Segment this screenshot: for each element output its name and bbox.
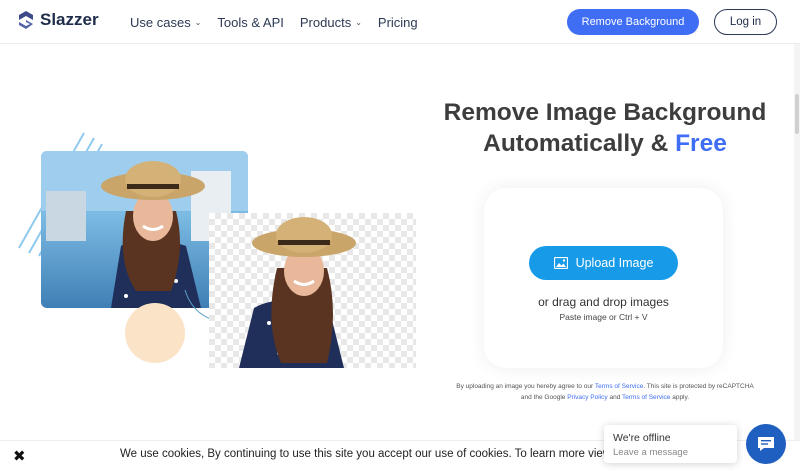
brand-name: Slazzer xyxy=(40,10,99,29)
site-header: Slazzer Use cases ⌄ Tools & API Products… xyxy=(0,0,800,44)
legal-text: By uploading an image you hereby agree t… xyxy=(456,383,595,390)
chat-launcher-button[interactable] xyxy=(746,424,786,464)
chat-widget-panel[interactable]: We're offline Leave a message xyxy=(604,425,737,463)
hero-title: Remove Image Background Automatically & … xyxy=(420,97,790,159)
chat-bubble-icon xyxy=(758,437,774,451)
nav-label: Products xyxy=(299,15,352,30)
upload-image-label: Upload Image xyxy=(575,256,654,270)
image-icon xyxy=(553,257,568,269)
nav-tools-api[interactable]: Tools & API xyxy=(217,15,283,30)
paste-hint: Paste image or Ctrl + V xyxy=(559,312,648,322)
nav-label: Use cases xyxy=(130,15,191,30)
scrollbar-thumb[interactable] xyxy=(795,94,799,134)
decorative-circle xyxy=(125,303,185,363)
nav-label: Tools & API xyxy=(217,15,284,30)
main-nav: Use cases ⌄ Tools & API Products ⌄ Prici… xyxy=(130,15,418,30)
brand-logo[interactable]: Slazzer xyxy=(18,10,99,30)
chat-status: We're offline xyxy=(613,432,671,444)
legal-text: and xyxy=(607,394,622,401)
leave-message-link[interactable]: Leave a message xyxy=(613,447,728,458)
remove-background-button[interactable]: Remove Background xyxy=(567,9,699,35)
upload-image-button[interactable]: Upload Image xyxy=(529,246,678,280)
nav-label: Pricing xyxy=(377,15,418,30)
legal-notice: By uploading an image you hereby agree t… xyxy=(455,381,755,403)
cookie-message: We use cookies, By continuing to use thi… xyxy=(120,448,621,460)
hero-title-prefix: Automatically & xyxy=(483,130,676,157)
hero-title-line2: Automatically & Free xyxy=(420,128,790,159)
nav-products[interactable]: Products ⌄ xyxy=(300,15,362,30)
nav-pricing[interactable]: Pricing xyxy=(378,15,418,30)
page-scrollbar[interactable] xyxy=(794,44,800,444)
google-terms-link[interactable]: Terms of Service xyxy=(622,394,670,401)
login-button[interactable]: Log in xyxy=(714,9,777,35)
terms-of-service-link[interactable]: Terms of Service xyxy=(595,383,643,390)
cutout-woman-image xyxy=(239,217,356,368)
hero-title-line1: Remove Image Background xyxy=(443,99,767,126)
close-icon[interactable]: ✖ xyxy=(13,447,26,465)
background-removed-photo xyxy=(209,213,416,368)
drag-drop-text: or drag and drop images xyxy=(538,295,669,309)
chevron-down-icon: ⌄ xyxy=(355,18,362,27)
slazzer-logo-icon xyxy=(19,11,33,29)
legal-text: apply. xyxy=(670,394,690,401)
chevron-down-icon: ⌄ xyxy=(194,18,202,27)
hero-title-accent: Free xyxy=(675,130,727,157)
privacy-policy-link[interactable]: Privacy Policy xyxy=(567,394,607,401)
nav-use-cases[interactable]: Use cases ⌄ xyxy=(130,15,201,30)
